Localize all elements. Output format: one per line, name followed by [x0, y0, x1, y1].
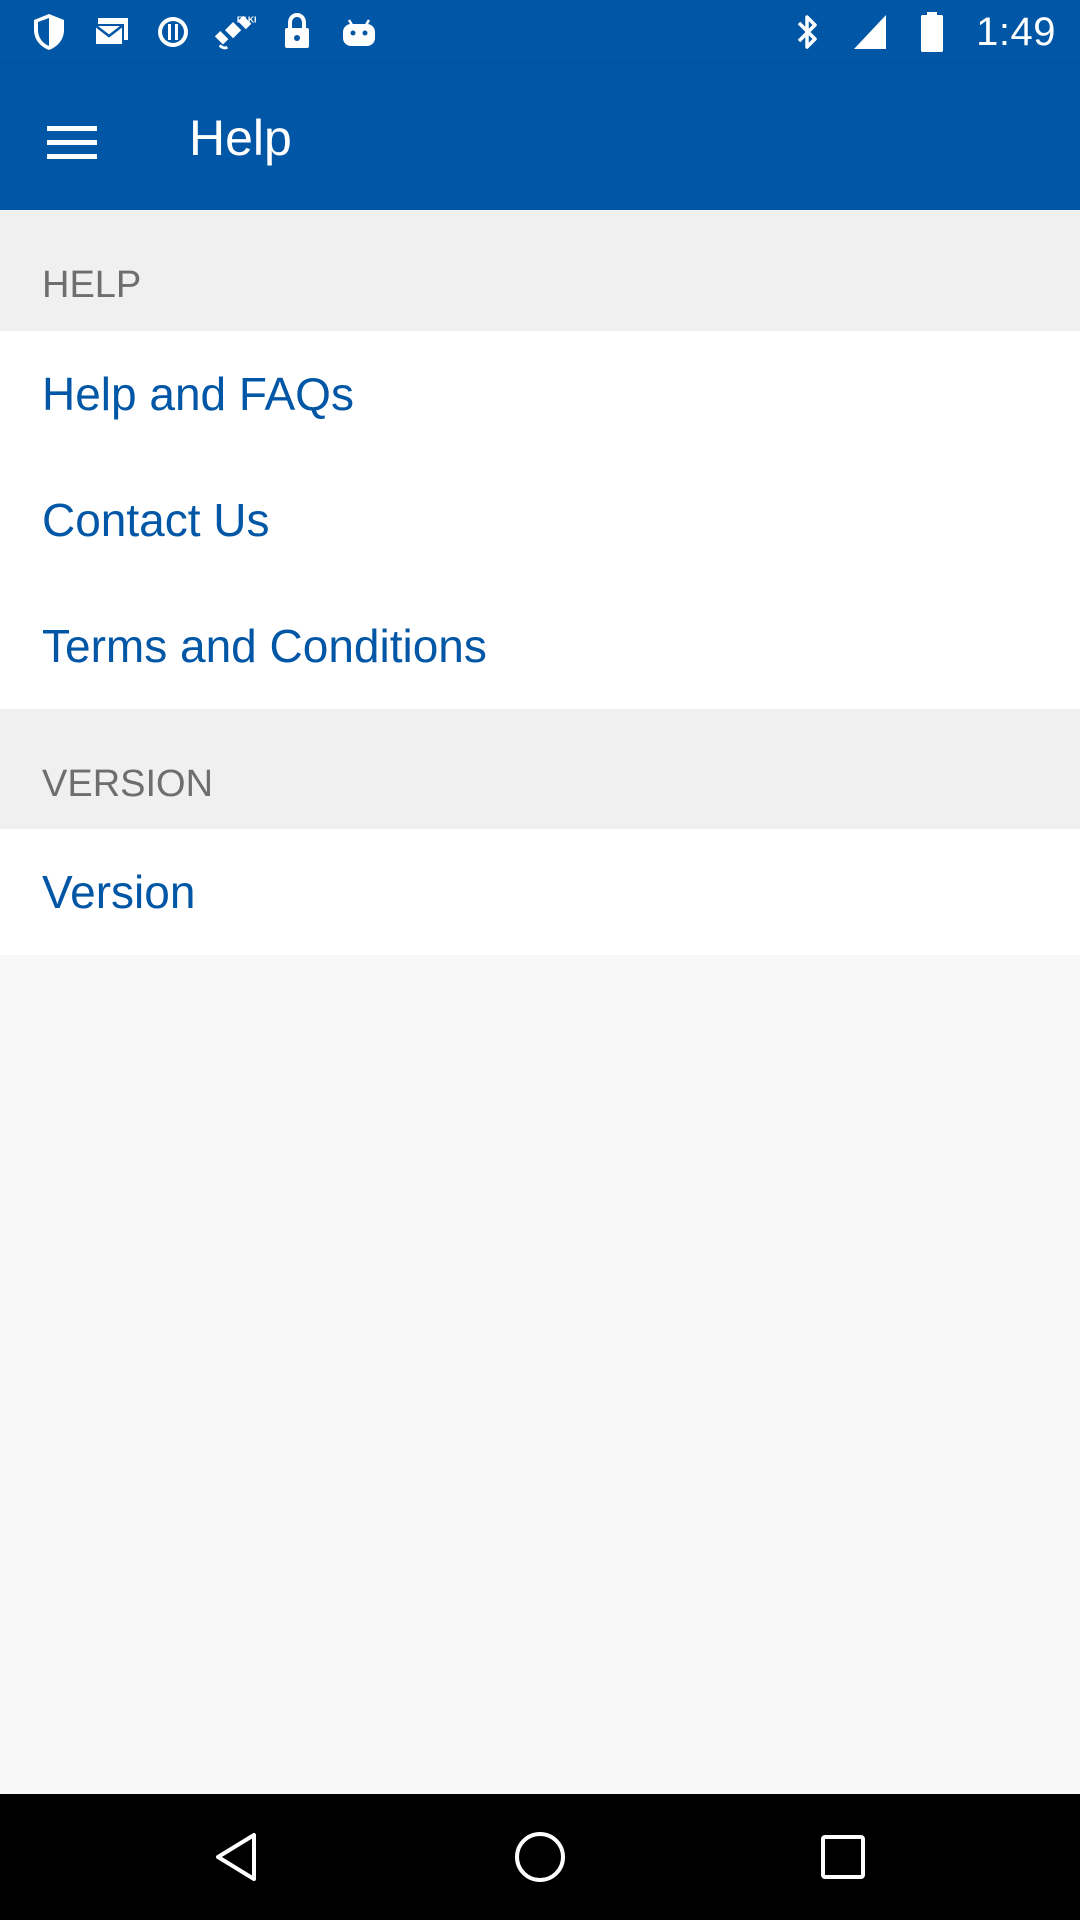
recents-button[interactable] [808, 1822, 878, 1892]
list-item-version[interactable]: Version [0, 829, 1080, 955]
menu-button[interactable] [30, 100, 114, 184]
home-button[interactable] [505, 1822, 575, 1892]
version-list: Version [0, 829, 1080, 955]
lock-icon [276, 11, 318, 53]
list-item-label: Version [42, 866, 196, 918]
back-button[interactable] [203, 1822, 273, 1892]
android-icon [338, 11, 380, 53]
hamburger-menu-icon [47, 126, 97, 159]
battery-icon [914, 11, 950, 53]
satellite-icon: FAKE [214, 11, 256, 53]
list-item-label: Terms and Conditions [42, 620, 487, 672]
home-icon [515, 1832, 565, 1882]
section-header-version: VERSION [0, 709, 1080, 829]
list-item-label: Help and FAQs [42, 368, 354, 420]
signal-icon [852, 11, 888, 53]
info-icon [152, 11, 194, 53]
section-header-label: VERSION [42, 763, 214, 805]
mail-icon [90, 11, 132, 53]
list-item-help-faqs[interactable]: Help and FAQs [0, 331, 1080, 457]
section-header-help: HELP [0, 210, 1080, 331]
shield-icon [28, 11, 70, 53]
status-time: 1:49 [976, 9, 1056, 54]
recents-icon [821, 1835, 865, 1879]
notification-icons: FAKE [28, 8, 380, 56]
list-item-terms-conditions[interactable]: Terms and Conditions [0, 583, 1080, 709]
list-item-label: Contact Us [42, 494, 270, 546]
svg-text:FAKE: FAKE [237, 14, 256, 24]
bluetooth-icon [790, 11, 826, 53]
list-item-contact-us[interactable]: Contact Us [0, 457, 1080, 583]
navigation-bar [0, 1794, 1080, 1920]
section-header-label: HELP [42, 264, 142, 306]
system-status-icons: 1:49 [790, 8, 1056, 56]
app-bar: Help [0, 64, 1080, 210]
status-bar: FAKE [0, 0, 1080, 64]
help-list: Help and FAQs Contact Us Terms and Condi… [0, 331, 1080, 709]
back-icon [216, 1833, 256, 1881]
page-title: Help [189, 110, 292, 166]
